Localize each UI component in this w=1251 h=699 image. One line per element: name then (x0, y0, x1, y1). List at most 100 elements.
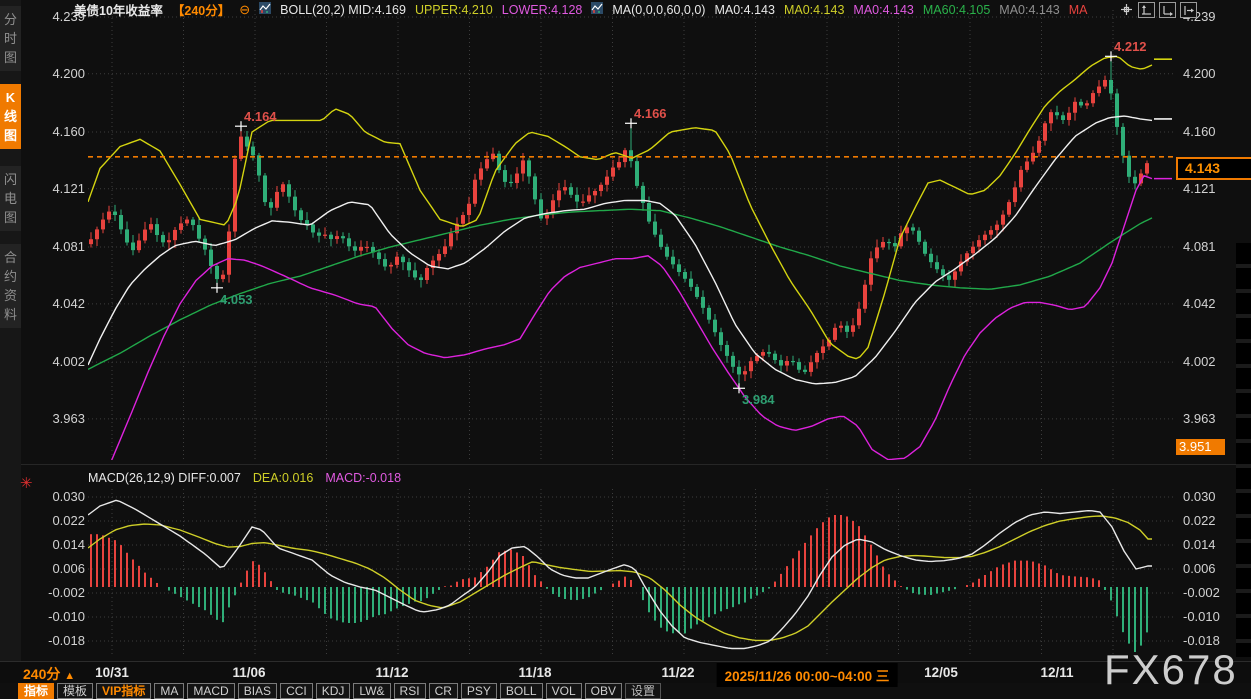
price-axis-label-left: 4.042 (25, 296, 85, 311)
watermark-text: FX678 (1104, 646, 1238, 694)
price-axis-label-right: 4.081 (1183, 239, 1216, 254)
price-axis-label-left: 4.002 (25, 354, 85, 369)
toolbar-item-vip指标[interactable]: VIP指标 (96, 683, 151, 699)
right-edge-texture (1236, 243, 1251, 657)
tab-char: 约 (4, 267, 17, 286)
period-selector[interactable]: 240分 ▲ (23, 664, 75, 684)
price-axis-label-right: 3.963 (1183, 411, 1216, 426)
tab-contract-info[interactable]: 合约资料 (0, 244, 21, 328)
macd-axis-label-left: -0.002 (25, 585, 85, 600)
toolbar-item-vol[interactable]: VOL (546, 683, 582, 699)
macd-axis-label-left: 0.014 (25, 537, 85, 552)
crosshair-icon[interactable] (1119, 2, 1134, 16)
period-tag: 【240分】 (172, 0, 230, 19)
date-label: 11/12 (375, 665, 408, 680)
pane-separator (0, 464, 1251, 465)
live-marker-icon: ✳ (20, 474, 33, 492)
macd-dea-value: DEA:0.016 (253, 471, 313, 485)
toolbar-item-cr[interactable]: CR (429, 683, 458, 699)
toolbar-item-psy[interactable]: PSY (461, 683, 497, 699)
toolbar-item-ma[interactable]: MA (154, 683, 184, 699)
price-axis-label-right: 4.121 (1183, 181, 1216, 196)
tab-char: 时 (4, 29, 17, 48)
price-extreme-label: 4.053 (220, 292, 253, 307)
price-axis-label-right: 4.200 (1183, 66, 1216, 81)
tab-intraday-chart[interactable]: 分时图 (0, 6, 21, 71)
reset-scale-icon[interactable] (1180, 2, 1197, 18)
chart-title: 美债10年收益率 (74, 0, 163, 19)
ma0-white-value: MA0:4.143 (714, 3, 774, 17)
macd-axis-label-left: 0.030 (25, 489, 85, 504)
trading-app-window: 分时图K线图闪电图合约资料 美债10年收益率【240分】⊖BOLL(20,2) … (0, 0, 1251, 699)
toolbar-item-设置[interactable]: 设置 (625, 683, 661, 699)
macd-header: MACD(26,12,9) DIFF:0.007 DEA:0.016 MACD:-0… (88, 470, 401, 486)
toolbar-item-boll[interactable]: BOLL (500, 683, 543, 699)
price-axis-label-left: 4.160 (25, 124, 85, 139)
price-extreme-label: 4.166 (634, 106, 667, 121)
y-scale-icon[interactable] (1138, 2, 1155, 18)
period-text: 240分 (23, 666, 60, 682)
ma60-green-value: MA60:4.105 (923, 3, 990, 17)
price-axis-label-left: 4.121 (25, 181, 85, 196)
price-axis-label-left: 4.081 (25, 239, 85, 254)
macd-axis-label-left: -0.010 (25, 609, 85, 624)
tab-char: 电 (4, 189, 17, 208)
ma0-gray-value: MA0:4.143 (999, 3, 1059, 17)
price-axis-label-right: 4.042 (1183, 296, 1216, 311)
price-axis-label-right: 4.160 (1183, 124, 1216, 139)
indicator-toolbar: 指标模板VIP指标MAMACDBIASCCIKDJLW&RSICRPSYBOLL… (18, 683, 661, 699)
price-axis-label-right: 4.002 (1183, 354, 1216, 369)
toolbar-item-rsi[interactable]: RSI (394, 683, 426, 699)
toolbar-item-obv[interactable]: OBV (585, 683, 622, 699)
price-extreme-label: 4.164 (244, 109, 277, 124)
boll-lower-line (88, 176, 1152, 479)
left-sidebar: 分时图K线图闪电图合约资料 (0, 0, 21, 682)
toolbar-item-macd[interactable]: MACD (187, 683, 234, 699)
macd-axis-label-left: 0.006 (25, 561, 85, 576)
candles-layer (89, 56, 1149, 388)
selected-candle-datetime: 2025/11/26 00:00~04:00 三 (717, 663, 898, 687)
tab-char: 线 (4, 107, 17, 126)
grid-layer (88, 10, 1174, 657)
date-label: 10/31 (95, 665, 129, 680)
ma-red-label: MA (1069, 3, 1088, 17)
toolbar-item-cci[interactable]: CCI (280, 683, 313, 699)
tab-kline-chart[interactable]: K线图 (0, 84, 21, 149)
ma0-yellow-value: MA0:4.143 (784, 3, 844, 17)
price-axis-label-left: 3.963 (25, 411, 85, 426)
toolbar-item-模板[interactable]: 模板 (57, 683, 93, 699)
indicator-chart-icon (259, 2, 271, 17)
ma0-magenta-value: MA0:4.143 (853, 3, 913, 17)
macd-axis-label-left: 0.022 (25, 513, 85, 528)
toolbar-item-指标[interactable]: 指标 (18, 683, 54, 699)
ma-chart-icon (591, 2, 603, 17)
x-scale-icon[interactable] (1159, 2, 1176, 18)
tab-char: 合 (4, 248, 17, 267)
chart-tool-icons (1119, 2, 1197, 18)
tab-char: 分 (4, 10, 17, 29)
toolbar-item-lw&[interactable]: LW& (353, 683, 390, 699)
tab-char: 图 (4, 48, 17, 67)
macd-axis-label-right: 0.006 (1183, 561, 1216, 576)
tab-char: 料 (4, 305, 17, 324)
chart-header: 美债10年收益率【240分】⊖BOLL(20,2) MID:4.169UPPER… (74, 1, 1088, 18)
tab-char: 图 (4, 208, 17, 227)
tab-char: 闪 (4, 170, 17, 189)
macd-value: MACD:-0.018 (325, 471, 401, 485)
chart-plot-area[interactable] (0, 0, 1251, 660)
date-label: 11/06 (232, 665, 265, 680)
tab-flash-chart[interactable]: 闪电图 (0, 166, 21, 231)
boll-upper-value: UPPER:4.210 (415, 3, 493, 17)
tab-char: 图 (4, 126, 17, 145)
macd-axis-label-right: 0.030 (1183, 489, 1216, 504)
boll-mid-value: BOLL(20,2) MID:4.169 (280, 3, 406, 17)
macd-axis-label-right: 0.014 (1183, 537, 1216, 552)
toolbar-item-kdj[interactable]: KDJ (316, 683, 351, 699)
low-price-badge: 3.951 (1176, 439, 1225, 455)
macd-axis-label-right: -0.002 (1183, 585, 1220, 600)
boll-upper-line (88, 57, 1152, 359)
macd-axis-label-left: -0.018 (25, 633, 85, 648)
macd-params-diff: MACD(26,12,9) DIFF:0.007 (88, 471, 241, 485)
toolbar-item-bias[interactable]: BIAS (238, 683, 277, 699)
current-price-badge: 4.143 (1176, 157, 1251, 180)
